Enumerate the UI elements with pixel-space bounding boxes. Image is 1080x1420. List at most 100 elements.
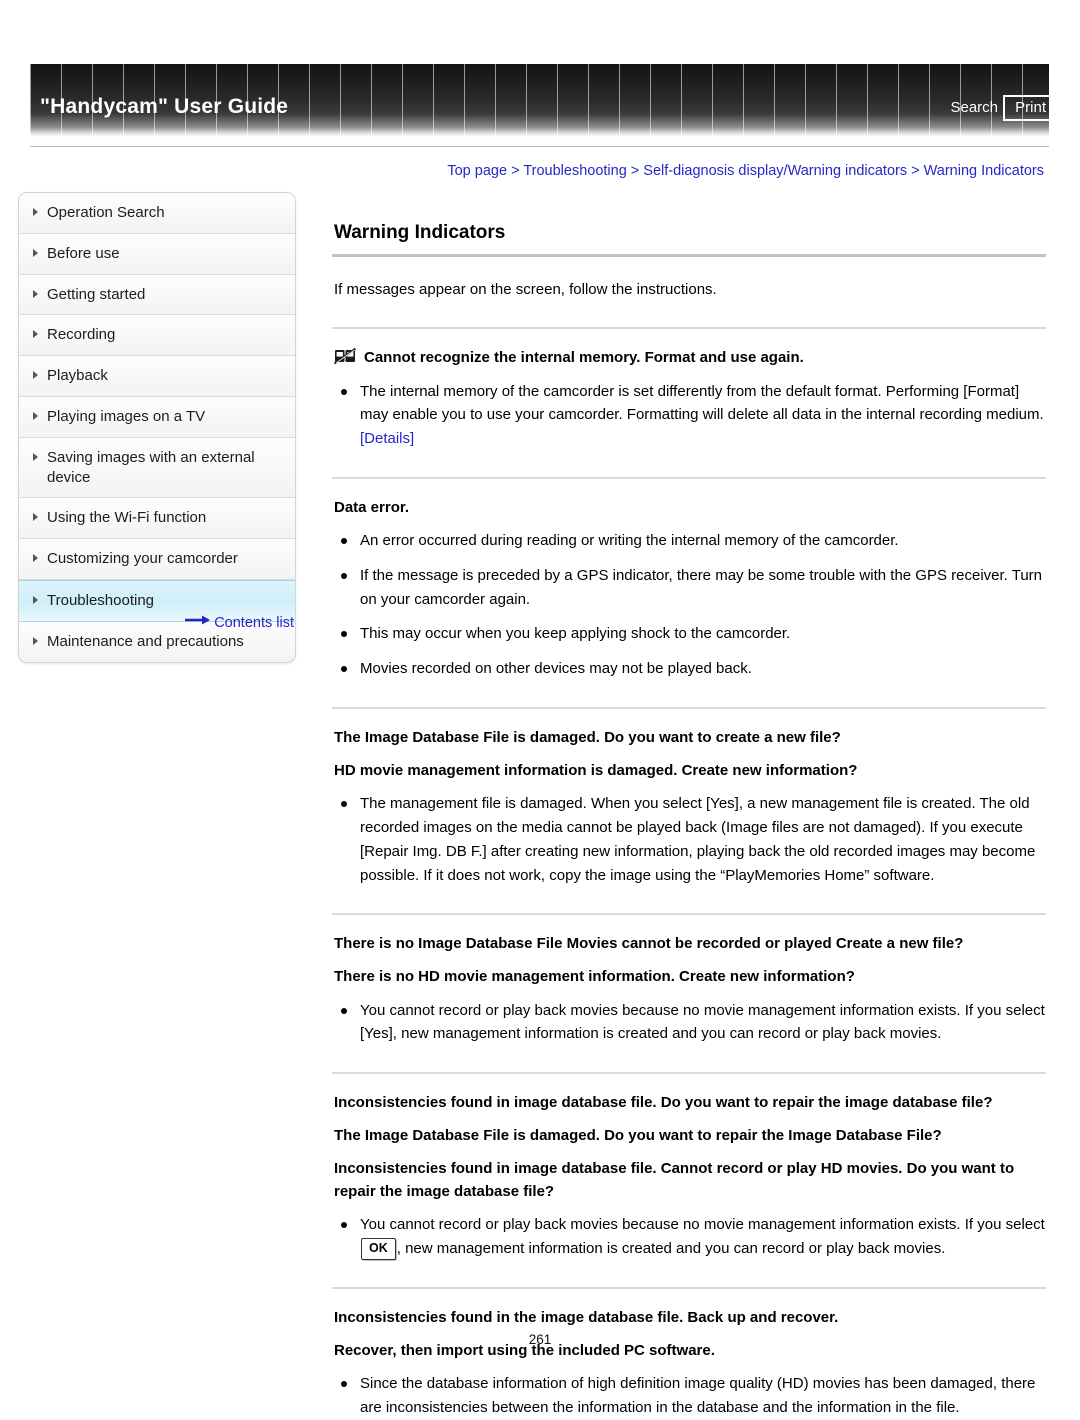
sidebar-item-label: Playback [47,367,108,385]
sidebar-item-label: Using the Wi-Fi function [47,509,207,527]
chevron-right-icon [33,513,38,522]
list-item-text: The internal memory of the camcorder is … [360,382,1044,424]
warning-message-title: There is no Image Database File Movies c… [334,933,1046,956]
warning-message-title: There is no HD movie management informat… [334,966,1046,989]
header-divider [30,146,1049,147]
memory-card-error-icon [334,347,356,365]
intro-text: If messages appear on the screen, follow… [334,281,717,298]
list-item-text-cont: , new management information is created … [396,1240,946,1258]
breadcrumb-item-self-diagnosis[interactable]: Self-diagnosis display/Warning indicator… [643,163,907,179]
warning-message-title: Inconsistencies found in image database … [334,1158,1046,1204]
sidebar-item-label: Playing images on a TV [47,407,206,425]
warning-message-text: The Image Database File is damaged. Do y… [334,728,841,746]
chevron-right-icon [33,208,38,216]
sidebar-item-label: Recording [47,326,116,344]
breadcrumb-separator: > [911,163,920,179]
chevron-right-icon [33,636,38,645]
sidebar-item-before-use[interactable]: Before use [19,233,295,275]
page-number: 261 [528,1332,552,1347]
sidebar-item-recording[interactable]: Recording [19,315,295,357]
list-item-text: You cannot record or play back movies be… [360,1216,1045,1234]
sidebar-item-label: Maintenance and precautions [47,632,244,650]
arrow-right-icon [185,613,211,629]
warning-message-text: Data error. [334,498,410,516]
sidebar-item-playback[interactable]: Playback [19,356,295,397]
sidebar-item-using-the-wi-fi-function[interactable]: Using the Wi-Fi function [19,498,295,540]
warning-detail-list: Since the database information of high d… [332,1372,1046,1419]
warning-message-text: Inconsistencies found in image database … [334,1094,993,1112]
chevron-right-icon [33,595,38,604]
chevron-right-icon [33,411,38,420]
warning-message-text: There is no HD movie management informat… [334,967,855,985]
warning-message-title: Inconsistencies found in image database … [334,1092,1046,1115]
contents-list-link[interactable]: Contents list [18,613,294,631]
chevron-right-icon [33,452,38,461]
warning-message-text: Inconsistencies found in the image datab… [334,1308,839,1326]
section-divider [332,1072,1046,1075]
warning-message-text: The Image Database File is damaged. Do y… [334,1126,942,1144]
warning-message-title: Data error. [334,497,1046,520]
section-divider [332,913,1046,916]
sidebar-nav: Operation Search Before use Getting starte… [18,192,296,663]
section-divider [332,1286,1046,1289]
warning-detail-list: The internal memory of the camcorder is … [332,380,1046,451]
warning-sections: Cannot recognize the internal memory. Fo… [332,326,1046,1420]
section-divider [332,476,1046,479]
warning-detail-list: An error occurred during reading or writ… [332,529,1046,680]
list-item: Since the database information of high d… [336,1372,1046,1419]
warning-message-title: The Image Database File is damaged. Do y… [334,1125,1046,1148]
breadcrumb-separator: > [511,163,520,179]
section-divider [332,326,1046,329]
breadcrumb-item-troubleshooting[interactable]: Troubleshooting [523,163,626,179]
list-item: This may occur when you keep applying sh… [336,622,1046,646]
print-button[interactable]: Print [1003,95,1058,121]
list-item: You cannot record or play back movies be… [336,999,1046,1046]
chevron-right-icon [33,248,38,257]
ok-button-glyph: OK [361,1238,396,1260]
title-divider [332,254,1046,257]
sidebar-item-label: Operation Search [47,204,165,221]
warning-message-title: HD movie management information is damag… [334,760,1046,783]
sidebar-item-operation-search[interactable]: Operation Search [19,193,295,234]
sidebar-item-label: Saving images with an external device [47,448,255,486]
sidebar-item-label: Before use [47,244,120,262]
list-item-text: Movies recorded on other devices may not… [360,660,752,678]
warning-message-text: Inconsistencies found in image database … [334,1159,1015,1200]
list-item: Movies recorded on other devices may not… [336,657,1046,681]
warning-detail-list: You cannot record or play back movies be… [332,999,1046,1046]
sidebar-item-saving-images-with-an-external-device[interactable]: Saving images with an external device [19,437,295,499]
sidebar-item-playing-images-on-a-tv[interactable]: Playing images on a TV [19,396,295,438]
warning-message-text: Cannot recognize the internal memory. Fo… [364,348,804,366]
search-button[interactable]: Search [950,99,998,116]
list-item: The internal memory of the camcorder is … [336,380,1046,451]
warning-message-text: HD movie management information is damag… [334,761,858,779]
list-item-text: You cannot record or play back movies be… [360,1001,1045,1043]
list-item-text: If the message is preceded by a GPS indi… [360,567,1043,608]
warning-detail-list: You cannot record or play back movies be… [332,1213,1046,1260]
list-item: If the message is preceded by a GPS indi… [336,564,1046,611]
chevron-right-icon [33,330,38,339]
warning-message-title: Cannot recognize the internal memory. Fo… [334,347,1046,370]
chevron-right-icon [33,554,38,563]
details-link[interactable]: [Details] [360,430,414,447]
chevron-right-icon [33,289,38,298]
list-item-text: The management file is damaged. When you… [360,795,1036,884]
warning-message-title: Inconsistencies found in the image datab… [334,1307,1046,1330]
list-item-text: Since the database information of high d… [360,1375,1036,1416]
sidebar-item-getting-started[interactable]: Getting started [19,274,295,316]
warning-message-text: There is no Image Database File Movies c… [334,935,964,953]
list-item: The management file is damaged. When you… [336,792,1046,887]
sidebar-item-label: Customizing your camcorder [47,550,238,568]
list-item-text: This may occur when you keep applying sh… [360,625,791,643]
contents-list-label: Contents list [214,615,294,631]
section-divider [332,706,1046,709]
chevron-right-icon [33,371,38,380]
list-item: An error occurred during reading or writ… [336,529,1046,553]
app-title: "Handycam" User Guide [40,95,289,118]
main-content: Warning Indicators If messages appear on… [332,222,1046,1420]
sidebar-item-customizing-your-camcorder[interactable]: Customizing your camcorder [19,539,295,580]
warning-detail-list: The management file is damaged. When you… [332,792,1046,887]
breadcrumb-item-top-page[interactable]: Top page [447,163,507,179]
breadcrumb-item-warning-indicators[interactable]: Warning Indicators [924,163,1044,179]
breadcrumb-separator: > [630,163,640,179]
